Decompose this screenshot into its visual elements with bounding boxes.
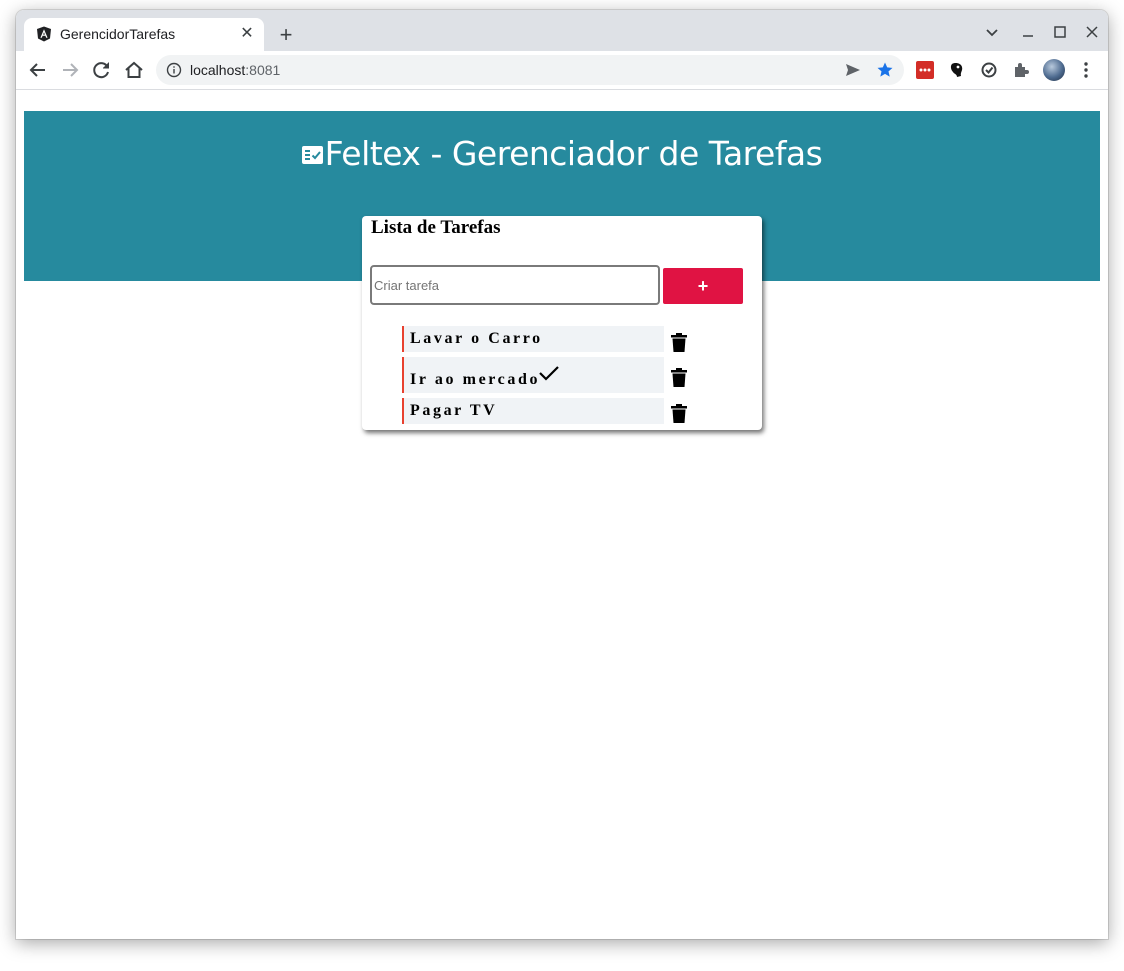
browser-toolbar: localhost:8081 (16, 51, 1108, 90)
check-icon (539, 366, 559, 381)
add-task-button[interactable]: + (663, 268, 743, 304)
close-window-icon[interactable] (1082, 22, 1102, 42)
tab-search-icon[interactable] (982, 22, 1002, 42)
new-tab-icon[interactable]: + (274, 24, 298, 46)
sync-extension-icon[interactable] (980, 61, 998, 79)
header-title-text: Feltex - Gerenciador de Tarefas (324, 134, 823, 173)
url-text: localhost:8081 (190, 62, 281, 78)
home-icon[interactable] (122, 59, 146, 81)
page-title: Feltex - Gerenciador de Tarefas (24, 134, 1100, 173)
maximize-icon[interactable] (1050, 22, 1070, 42)
task-label: Lavar o Carro (410, 330, 543, 347)
task-label: Pagar TV (410, 402, 498, 419)
close-tab-icon[interactable]: ✕ (238, 25, 256, 43)
browser-tab[interactable]: GerencidorTarefas ✕ (24, 18, 264, 51)
address-bar[interactable]: localhost:8081 (156, 55, 904, 85)
profile-avatar[interactable] (1043, 59, 1065, 81)
angular-icon (37, 26, 51, 42)
extensions-puzzle-icon[interactable] (1012, 61, 1030, 79)
list-title: Lista de Tarefas (371, 217, 501, 238)
send-tab-icon[interactable] (844, 61, 862, 79)
delete-task-icon[interactable] (671, 333, 687, 352)
delete-task-icon[interactable] (671, 404, 687, 423)
back-icon[interactable] (26, 59, 50, 81)
delete-task-icon[interactable] (671, 368, 687, 387)
new-task-input[interactable] (370, 265, 660, 305)
task-label: Ir ao mercado (410, 371, 541, 388)
tab-title: GerencidorTarefas (60, 26, 176, 42)
info-icon[interactable] (166, 62, 182, 78)
bookmark-star-icon[interactable] (876, 61, 894, 79)
minimize-icon[interactable] (1018, 22, 1038, 42)
more-menu-icon[interactable] (1078, 60, 1094, 80)
browser-window: GerencidorTarefas ✕ + localhost:8081 Fel… (16, 10, 1108, 939)
task-item-ir-ao-mercado[interactable]: Ir ao mercado (402, 357, 664, 393)
reload-icon[interactable] (90, 59, 114, 81)
task-list-icon (301, 146, 323, 164)
mascot-extension-icon[interactable] (948, 61, 966, 79)
task-item-pagar-tv[interactable]: Pagar TV (402, 398, 664, 424)
forward-icon[interactable] (58, 59, 82, 81)
tab-strip: GerencidorTarefas ✕ + (16, 10, 1108, 51)
page-content: Feltex - Gerenciador de Tarefas Lista de… (16, 90, 1108, 939)
task-item-lavar-o-carro[interactable]: Lavar o Carro (402, 326, 664, 352)
lastpass-extension-icon[interactable] (916, 61, 934, 79)
task-list-card: Lista de Tarefas + Lavar o Carro Ir ao m… (362, 216, 762, 430)
